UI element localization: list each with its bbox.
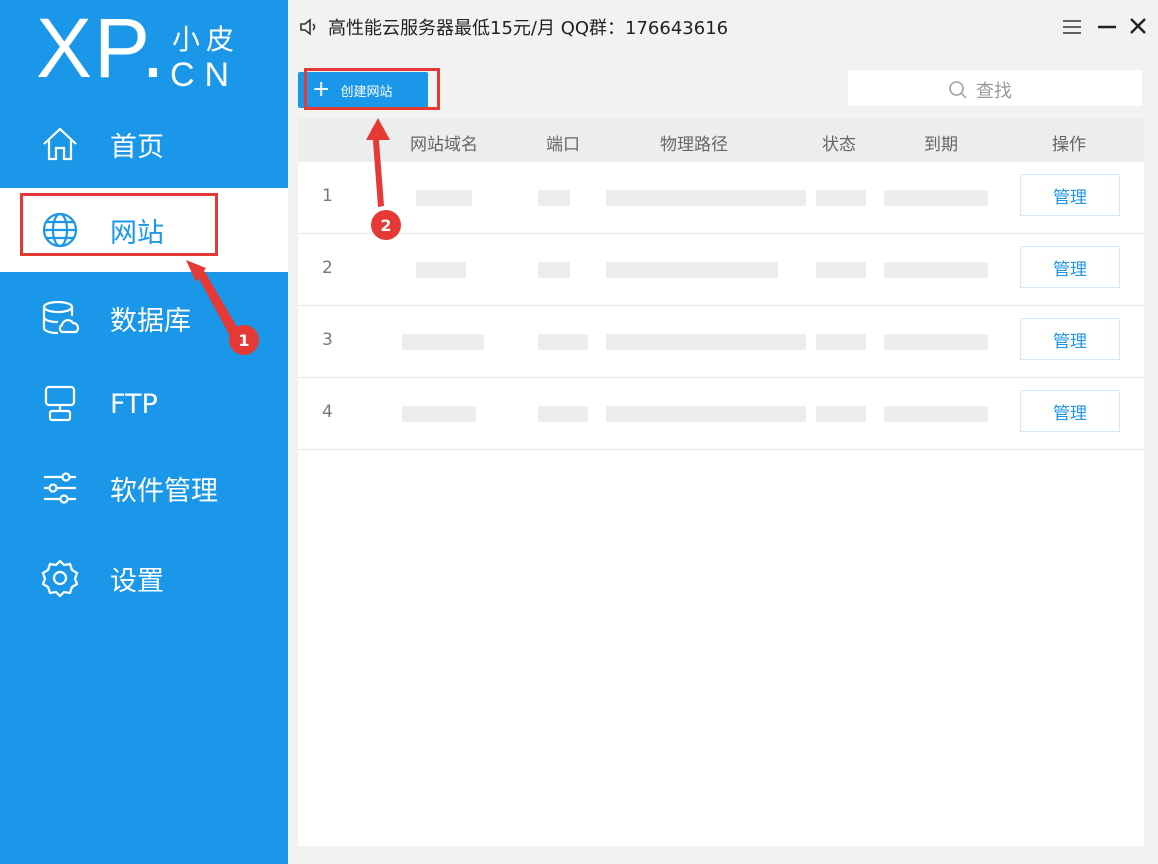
speaker-icon — [298, 16, 320, 38]
website-table: 网站域名 端口 物理路径 状态 到期 操作 1 管理 2 管理 3 管理 4 管… — [298, 118, 1144, 846]
notice-text[interactable]: 高性能云服务器最低15元/月 QQ群：176643616 — [328, 14, 728, 40]
main-panel: 高性能云服务器最低15元/月 QQ群：176643616 + 创建网站 查找 网… — [288, 0, 1158, 864]
title-bar: 高性能云服务器最低15元/月 QQ群：176643616 — [288, 0, 1158, 56]
table-header: 网站域名 端口 物理路径 状态 到期 操作 — [298, 118, 1144, 162]
annotation-box-create — [304, 68, 440, 110]
redacted-status — [816, 190, 866, 206]
redacted-port — [538, 406, 588, 422]
column-header-action: 操作 — [1052, 135, 1086, 155]
database-icon — [40, 298, 80, 338]
sidebar: XP. 小皮 CN 首页 网站 数据库 FTP 软件管理 设置 — [0, 0, 288, 864]
redacted-expiry — [884, 334, 988, 350]
row-number: 2 — [322, 258, 333, 278]
minimize-icon[interactable] — [1096, 16, 1118, 38]
sidebar-item-label: 数据库 — [110, 305, 191, 337]
manage-button[interactable]: 管理 — [1020, 174, 1120, 216]
annotation-badge-2: 2 — [371, 210, 401, 240]
search-input[interactable]: 查找 — [848, 70, 1142, 106]
sidebar-item-label: 软件管理 — [110, 475, 218, 507]
sidebar-item-label: 首页 — [110, 131, 164, 163]
redacted-domain — [416, 262, 466, 278]
logo-main: XP. — [36, 1, 167, 95]
home-icon — [40, 124, 80, 164]
logo-top: 小皮 — [172, 23, 241, 56]
redacted-expiry — [884, 262, 988, 278]
column-header-port: 端口 — [546, 135, 580, 155]
search-icon — [949, 81, 967, 99]
redacted-status — [816, 262, 866, 278]
redacted-status — [816, 406, 866, 422]
row-number: 1 — [322, 186, 333, 206]
app-logo: XP. 小皮 CN — [36, 6, 256, 96]
redacted-port — [538, 262, 570, 278]
column-header-path: 物理路径 — [660, 135, 728, 155]
redacted-port — [538, 190, 570, 206]
table-row: 3 管理 — [298, 306, 1144, 378]
ftp-icon — [40, 384, 80, 424]
redacted-path — [606, 334, 806, 350]
column-header-status: 状态 — [822, 135, 856, 155]
table-row: 4 管理 — [298, 378, 1144, 450]
annotation-box-website — [20, 193, 218, 256]
row-number: 4 — [322, 402, 333, 422]
redacted-expiry — [884, 190, 988, 206]
gear-icon — [40, 558, 80, 598]
redacted-domain — [402, 334, 484, 350]
sliders-icon — [40, 468, 80, 508]
search-placeholder: 查找 — [976, 81, 1012, 102]
redacted-expiry — [884, 406, 988, 422]
menu-icon[interactable] — [1060, 16, 1084, 38]
sidebar-item-ftp[interactable]: FTP — [0, 362, 288, 446]
redacted-path — [606, 406, 806, 422]
manage-button[interactable]: 管理 — [1020, 318, 1120, 360]
manage-button[interactable]: 管理 — [1020, 246, 1120, 288]
redacted-path — [606, 262, 778, 278]
sidebar-item-label: FTP — [110, 388, 158, 420]
row-number: 3 — [322, 330, 333, 350]
redacted-domain — [402, 406, 476, 422]
sidebar-item-home[interactable]: 首页 — [0, 102, 288, 186]
redacted-port — [538, 334, 588, 350]
logo-bottom: CN — [170, 56, 240, 94]
sidebar-item-label: 设置 — [110, 565, 164, 597]
sidebar-item-software[interactable]: 软件管理 — [0, 446, 288, 530]
column-header-expiry: 到期 — [924, 135, 958, 155]
column-header-domain: 网站域名 — [410, 135, 478, 155]
redacted-path — [606, 190, 806, 206]
manage-button[interactable]: 管理 — [1020, 390, 1120, 432]
close-icon[interactable] — [1126, 14, 1150, 38]
redacted-domain — [416, 190, 472, 206]
annotation-badge-1: 1 — [229, 325, 259, 355]
sidebar-item-settings[interactable]: 设置 — [0, 536, 288, 620]
table-row: 1 管理 — [298, 162, 1144, 234]
table-row: 2 管理 — [298, 234, 1144, 306]
redacted-status — [816, 334, 866, 350]
